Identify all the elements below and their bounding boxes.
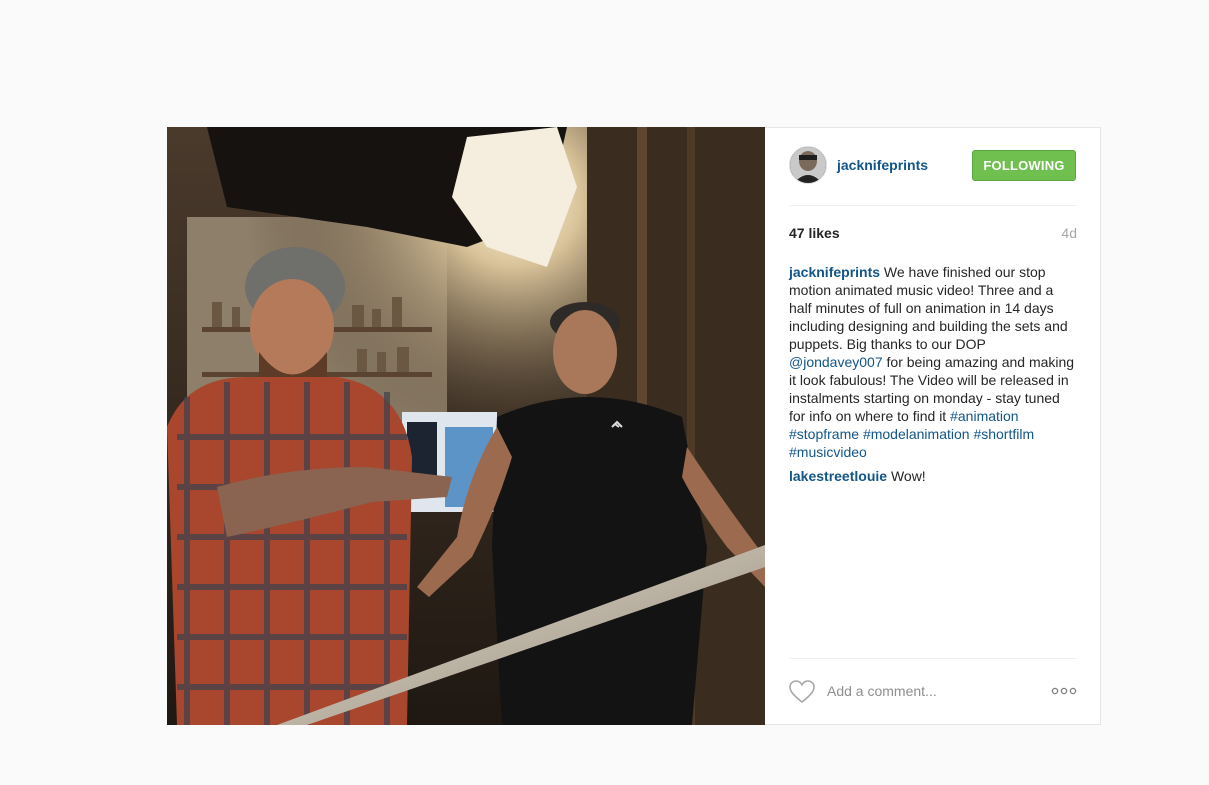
post-header: jacknifeprints FOLLOWING (789, 128, 1077, 206)
post-timestamp[interactable]: 4d (1061, 225, 1077, 241)
hashtag-link[interactable]: #modelanimation (863, 426, 970, 442)
hashtag-link[interactable]: #animation (950, 408, 1019, 424)
comment-item: lakestreetlouie Wow! (789, 467, 1077, 485)
comment-text: Wow! (887, 468, 926, 484)
post-card: jacknifeprints FOLLOWING 47 likes 4d jac… (167, 127, 1101, 725)
avatar[interactable] (789, 146, 827, 184)
author-username-link[interactable]: jacknifeprints (837, 157, 928, 173)
heart-icon[interactable] (789, 680, 815, 704)
post-footer (789, 658, 1077, 725)
post-photo[interactable] (167, 127, 765, 725)
hashtag-link[interactable]: #stopframe (789, 426, 859, 442)
mention-link[interactable]: @jondavey007 (789, 354, 883, 370)
comment-username-link[interactable]: lakestreetlouie (789, 468, 887, 484)
avatar-image (790, 147, 826, 183)
post-side-panel: jacknifeprints FOLLOWING 47 likes 4d jac… (789, 128, 1077, 724)
likes-row: 47 likes 4d (789, 225, 1077, 245)
likes-count[interactable]: 47 likes (789, 225, 840, 241)
add-comment-input[interactable] (827, 681, 1027, 701)
hashtag-link[interactable]: #shortfilm (973, 426, 1034, 442)
caption: jacknifeprints We have finished our stop… (789, 263, 1077, 461)
following-button[interactable]: FOLLOWING (972, 150, 1076, 181)
caption-username-link[interactable]: jacknifeprints (789, 264, 880, 280)
hashtag-link[interactable]: #musicvideo (789, 444, 867, 460)
comments-list: jacknifeprints We have finished our stop… (789, 263, 1077, 491)
ellipsis-icon[interactable] (1051, 684, 1077, 698)
photo-image (167, 127, 765, 725)
